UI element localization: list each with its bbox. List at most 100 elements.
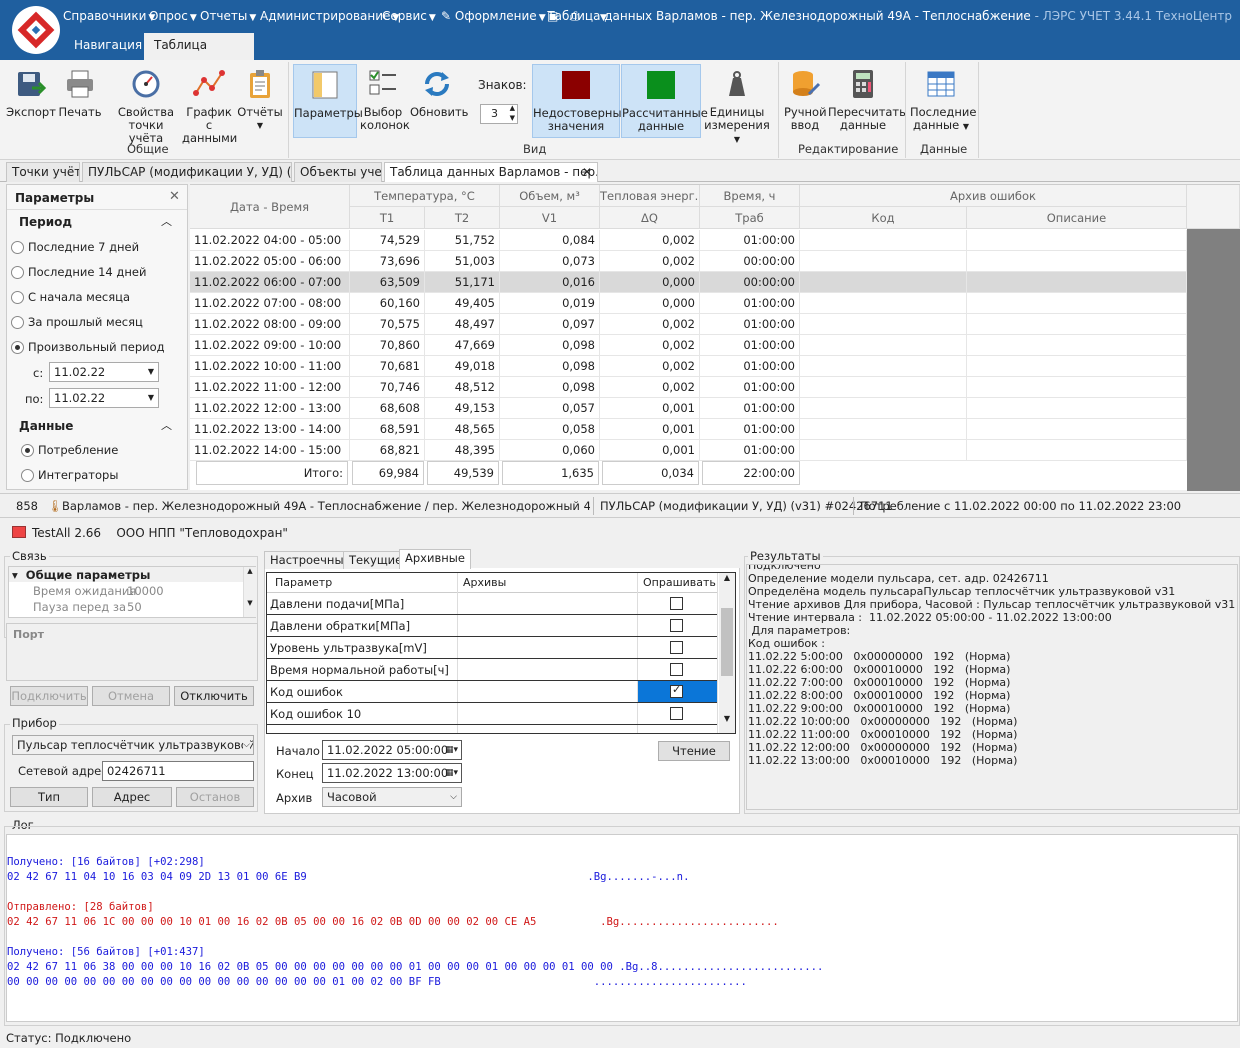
table-cell[interactable]: 11.02.2022 05:00 - 06:00	[190, 251, 350, 272]
table-cell[interactable]	[967, 356, 1187, 377]
connect-button[interactable]: Подключить	[10, 686, 88, 706]
graph-with-data-button[interactable]: График с данными	[182, 64, 237, 145]
checkbox[interactable]	[670, 707, 683, 720]
table-row[interactable]: 11.02.2022 08:00 - 09:00 70,575 48,497 0,09…	[190, 314, 1187, 335]
radio-integrators[interactable]: Интеграторы	[21, 468, 118, 482]
table-cell[interactable]	[967, 251, 1187, 272]
tab-archive[interactable]: Архивные	[399, 549, 471, 569]
radio-last-month[interactable]: За прошлый месяц	[11, 315, 143, 329]
table-cell[interactable]: 01:00:00	[700, 335, 800, 356]
table-cell[interactable]	[800, 230, 967, 251]
last-data-button[interactable]: Последние данные ▼	[910, 64, 976, 138]
table-cell[interactable]	[800, 251, 967, 272]
table-cell[interactable]: 0,098	[500, 377, 600, 398]
dropdown-arrow-icon[interactable]: ▼	[148, 389, 154, 407]
table-cell[interactable]	[967, 314, 1187, 335]
col-datetime-header[interactable]: Дата - Время	[190, 185, 350, 229]
wait-time-value[interactable]: 10000	[127, 584, 164, 598]
param-row[interactable]: Код ошибок ✓	[267, 681, 717, 703]
collapse-data-icon[interactable]: ︿	[161, 417, 172, 433]
common-params-category[interactable]: ▾ Общие параметры	[12, 568, 150, 582]
menu-admin[interactable]: Администрирование ▼	[260, 9, 399, 23]
dropdown-arrow-icon[interactable]: ▼	[148, 363, 154, 381]
cancel-button[interactable]: Отмена	[92, 686, 170, 706]
menu-poll[interactable]: Опрос ▼	[149, 9, 197, 23]
table-row[interactable]: 11.02.2022 11:00 - 12:00 70,746 48,512 0,09…	[190, 377, 1187, 398]
table-cell[interactable]: 0,000	[600, 293, 700, 314]
menu-appearance[interactable]: ✎ Оформление ▼	[441, 9, 546, 23]
radio-last-7-days[interactable]: Последние 7 дней	[11, 240, 139, 254]
table-cell[interactable]	[967, 272, 1187, 293]
table-cell[interactable]: 49,018	[425, 356, 500, 377]
table-cell[interactable]: 49,153	[425, 398, 500, 419]
table-cell[interactable]: 11.02.2022 13:00 - 14:00	[190, 419, 350, 440]
table-cell[interactable]: 11.02.2022 06:00 - 07:00	[190, 272, 350, 293]
archives-col-header[interactable]: Архивы	[463, 576, 506, 589]
end-datetime-picker[interactable]: 11.02.2022 13:00:00 ▦▾	[322, 763, 462, 783]
table-cell[interactable]: 00:00:00	[700, 272, 800, 293]
start-datetime-picker[interactable]: 11.02.2022 05:00:00 ▦▾	[322, 740, 462, 760]
app-logo[interactable]	[12, 6, 60, 54]
parameters-toggle-button[interactable]: Параметры	[293, 64, 363, 138]
device-select[interactable]: Пульсар теплосчётчик ультразвуковой v31⌵	[12, 735, 254, 755]
param-row[interactable]: Время нормальной работы[ч]	[267, 659, 717, 681]
table-cell[interactable]: 01:00:00	[700, 230, 800, 251]
point-properties-button[interactable]: Свойства точки учёта	[112, 64, 180, 145]
spinner-arrows-icon[interactable]: ▲ ▼	[510, 103, 515, 123]
property-grid[interactable]: ▾ Общие параметры Время ожидания 10000 П…	[8, 566, 256, 618]
archive-type-select[interactable]: Часовой ⌵	[322, 787, 462, 807]
table-cell[interactable]: 01:00:00	[700, 293, 800, 314]
read-button[interactable]: Чтение	[658, 741, 730, 761]
table-cell[interactable]	[967, 293, 1187, 314]
table-cell[interactable]: 0,058	[500, 419, 600, 440]
table-cell[interactable]	[967, 419, 1187, 440]
table-cell[interactable]: 11.02.2022 12:00 - 13:00	[190, 398, 350, 419]
property-scrollbar[interactable]: ▲ ▼	[243, 567, 256, 617]
radio-custom-period[interactable]: Произвольный период	[11, 340, 165, 354]
table-cell[interactable]: 11.02.2022 14:00 - 15:00	[190, 440, 350, 461]
table-cell[interactable]: 01:00:00	[700, 356, 800, 377]
param-row[interactable]: Давлени обратки[МПа]	[267, 615, 717, 637]
checkbox[interactable]	[670, 619, 683, 632]
calendar-dropdown-icon[interactable]: ▦▾	[445, 764, 458, 782]
table-row[interactable]: 11.02.2022 12:00 - 13:00 68,608 49,153 0,05…	[190, 398, 1187, 419]
collapse-period-icon[interactable]: ︿	[161, 213, 172, 229]
table-cell[interactable]: 0,073	[500, 251, 600, 272]
table-cell[interactable]	[800, 272, 967, 293]
print-button[interactable]: Печать	[58, 64, 102, 138]
table-cell[interactable]: 01:00:00	[700, 419, 800, 440]
net-address-input[interactable]: 02426711	[102, 761, 254, 781]
table-cell[interactable]: 11.02.2022 04:00 - 05:00	[190, 230, 350, 251]
table-row[interactable]: 11.02.2022 10:00 - 11:00 70,681 49,018 0,09…	[190, 356, 1187, 377]
table-cell[interactable]	[967, 398, 1187, 419]
table-cell[interactable]: 70,746	[350, 377, 425, 398]
table-cell[interactable]: 0,016	[500, 272, 600, 293]
table-cell[interactable]: 0,002	[600, 314, 700, 335]
table-cell[interactable]: 00:00:00	[700, 251, 800, 272]
table-cell[interactable]	[800, 419, 967, 440]
table-cell[interactable]: 51,003	[425, 251, 500, 272]
col-code-header[interactable]: Код	[800, 207, 967, 229]
refresh-button[interactable]: Обновить	[410, 64, 468, 138]
table-cell[interactable]: 0,002	[600, 230, 700, 251]
table-cell[interactable]: 63,509	[350, 272, 425, 293]
calendar-dropdown-icon[interactable]: ▦▾	[445, 741, 458, 759]
stop-button[interactable]: Останов	[176, 787, 254, 807]
reports-button[interactable]: Отчёты ▼	[236, 64, 284, 138]
col-dq-header[interactable]: ΔQ	[600, 207, 700, 229]
table-cell[interactable]: 68,821	[350, 440, 425, 461]
table-row[interactable]: 11.02.2022 07:00 - 08:00 60,160 49,405 0,01…	[190, 293, 1187, 314]
table-cell[interactable]: 11.02.2022 10:00 - 11:00	[190, 356, 350, 377]
table-cell[interactable]: 68,591	[350, 419, 425, 440]
col-v1-header[interactable]: V1	[500, 207, 600, 229]
table-cell[interactable]: 11.02.2022 11:00 - 12:00	[190, 377, 350, 398]
pause-value[interactable]: 50	[127, 600, 142, 614]
params-scrollbar[interactable]: ▲ ▼	[719, 573, 735, 733]
table-cell[interactable]: 0,097	[500, 314, 600, 335]
table-cell[interactable]: 0,098	[500, 335, 600, 356]
table-cell[interactable]: 60,160	[350, 293, 425, 314]
close-tab-icon[interactable]: ✕	[582, 163, 592, 182]
table-cell[interactable]	[800, 440, 967, 461]
param-col-header[interactable]: Параметр	[275, 576, 332, 589]
table-cell[interactable]: 0,060	[500, 440, 600, 461]
